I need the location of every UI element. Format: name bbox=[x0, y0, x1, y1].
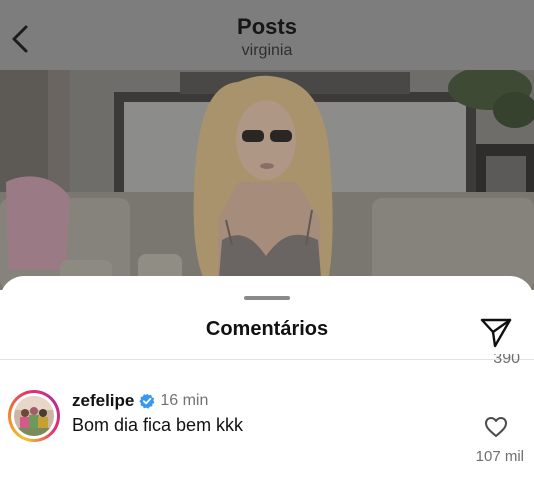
comment-header: zefelipe 16 min bbox=[72, 389, 208, 413]
post-image[interactable] bbox=[0, 70, 534, 290]
avatar-group-photo bbox=[14, 396, 54, 436]
sheet-divider bbox=[0, 359, 534, 360]
previous-like-count: 390 bbox=[470, 354, 520, 368]
like-comment-button[interactable] bbox=[484, 416, 508, 438]
page-subtitle-username[interactable]: virginia bbox=[0, 42, 534, 60]
post-photo-illustration bbox=[0, 70, 534, 290]
comments-title: Comentários bbox=[205, 318, 329, 340]
page-title: Posts bbox=[237, 14, 297, 39]
comment-timestamp: 16 min bbox=[160, 392, 209, 409]
sheet-drag-handle[interactable] bbox=[244, 296, 290, 300]
avatar-border bbox=[11, 393, 57, 439]
send-icon bbox=[480, 318, 512, 348]
heart-outline-icon bbox=[485, 417, 507, 437]
top-bar: Posts virginia bbox=[0, 0, 534, 70]
previous-like-count-text: 390 bbox=[493, 354, 520, 367]
verified-badge-icon bbox=[139, 393, 155, 409]
avatar[interactable] bbox=[8, 390, 60, 442]
comment-username[interactable]: zefelipe bbox=[72, 391, 134, 411]
comment-text: Bom dia fica bem kkk bbox=[72, 415, 244, 435]
avatar-photo bbox=[14, 396, 54, 436]
comment-like-count: 107 mil bbox=[475, 448, 524, 465]
comments-sheet: Comentários 390 zefelipe 16 min Bom dia … bbox=[0, 276, 534, 477]
share-button[interactable] bbox=[478, 314, 514, 350]
